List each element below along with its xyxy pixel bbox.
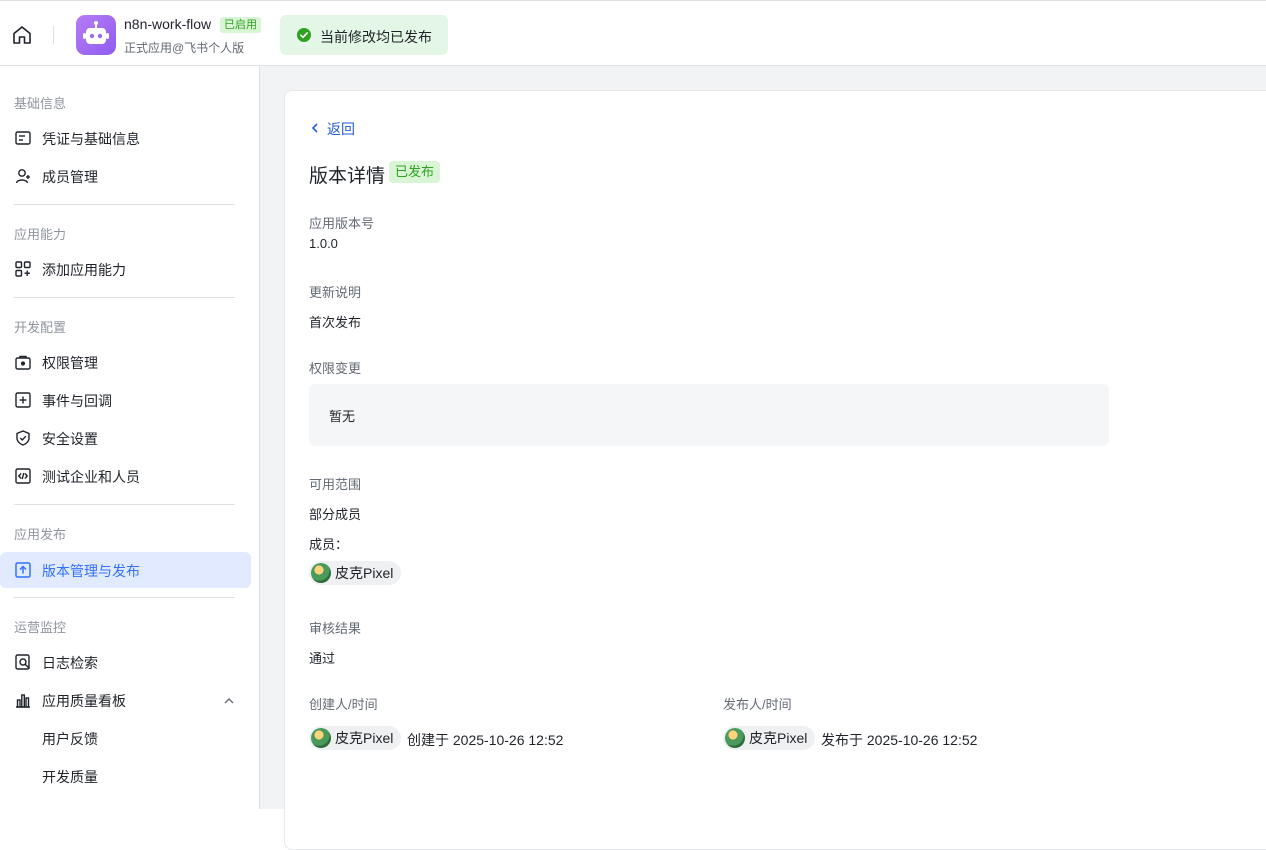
enabled-badge: 已启用 [220, 17, 261, 33]
code-box-icon [15, 468, 31, 484]
publish-status-banner: 当前修改均已发布 [280, 15, 448, 55]
review-value: 通过 [309, 651, 336, 666]
sidebar-item-events[interactable]: 事件与回调 [0, 382, 251, 418]
member-chip[interactable]: 皮克Pixel [309, 561, 402, 585]
sidebar-item-version-release[interactable]: 版本管理与发布 [0, 552, 251, 588]
sidebar-item-label: 权限管理 [42, 355, 98, 371]
section-title-release: 应用发布 [14, 527, 67, 542]
sidebar-item-label: 添加应用能力 [42, 262, 126, 278]
publisher-name: 皮克Pixel [749, 730, 808, 746]
notes-value: 首次发布 [309, 315, 362, 330]
app-logo [76, 15, 116, 55]
version-value: 1.0.0 [309, 236, 338, 251]
log-search-icon [15, 654, 30, 670]
section-title-ops: 运营监控 [14, 620, 67, 635]
sidebar-item-credentials[interactable]: 凭证与基础信息 [0, 120, 251, 156]
sidebar-item-label: 测试企业和人员 [42, 469, 140, 485]
event-plus-icon [15, 392, 31, 408]
chevron-up-icon [224, 698, 234, 704]
sidebar-item-label: 安全设置 [42, 431, 98, 447]
avatar [311, 563, 331, 583]
sidebar-item-label: 日志检索 [42, 655, 98, 671]
main-area: 返回 版本详情 已发布 应用版本号 1.0.0 更新说明 首次发布 权限变更 暂… [260, 66, 1266, 850]
upload-box-icon [15, 562, 31, 578]
sidebar-item-security[interactable]: 安全设置 [0, 420, 251, 456]
section-title-basic: 基础信息 [14, 96, 67, 111]
creator-name: 皮克Pixel [335, 730, 394, 746]
shield-check-icon [16, 430, 30, 446]
sidebar-item-quality-board[interactable]: 应用质量看板 [0, 682, 251, 718]
top-header: n8n-work-flow 已启用 正式应用@飞书个人版 当前修改均已发布 [0, 0, 1266, 66]
sidebar-item-permissions[interactable]: 权限管理 [0, 344, 251, 380]
review-label: 审核结果 [309, 621, 362, 636]
avatar [311, 728, 331, 748]
user-add-icon [15, 169, 30, 184]
created-time: 创建于 2025-10-26 12:52 [407, 732, 564, 748]
scope-label: 可用范围 [309, 477, 362, 492]
header-divider [53, 26, 54, 44]
sidebar-item-label: 事件与回调 [42, 393, 112, 409]
home-icon[interactable] [10, 23, 34, 47]
app-grid-add-icon [15, 261, 31, 277]
publisher-label: 发布人/时间 [723, 697, 792, 712]
creator-chip[interactable]: 皮克Pixel [309, 726, 402, 750]
perm-change-box: 暂无 [309, 384, 1109, 446]
sidebar-item-user-feedback[interactable]: 用户反馈 [0, 720, 251, 756]
publisher-chip[interactable]: 皮克Pixel [723, 726, 816, 750]
sidebar-item-members[interactable]: 成员管理 [0, 158, 251, 194]
published-time: 发布于 2025-10-26 12:52 [821, 732, 978, 748]
section-title-capability: 应用能力 [14, 227, 67, 242]
chevron-left-icon [311, 123, 318, 133]
status-badge: 已发布 [389, 161, 441, 183]
scope-value: 部分成员 [309, 507, 362, 522]
sidebar-item-label: 成员管理 [42, 169, 98, 185]
avatar [725, 728, 745, 748]
robot-icon [83, 21, 109, 44]
bar-chart-icon [16, 694, 30, 708]
sidebar-item-add-capability[interactable]: 添加应用能力 [0, 251, 251, 287]
section-title-dev: 开发配置 [14, 320, 67, 335]
sidebar-item-label: 版本管理与发布 [42, 563, 140, 579]
creator-label: 创建人/时间 [309, 697, 378, 712]
sidebar-divider [14, 297, 235, 298]
id-card-icon [15, 131, 31, 145]
check-circle-icon [297, 28, 311, 42]
sidebar-item-log-search[interactable]: 日志检索 [0, 644, 251, 680]
sidebar: 基础信息 凭证与基础信息 成员管理 应用能力 添加应用能力 开发配置 权限管理 … [0, 66, 260, 809]
sidebar-item-test-org[interactable]: 测试企业和人员 [0, 458, 251, 494]
sidebar-divider [14, 204, 235, 205]
member-name: 皮克Pixel [335, 565, 394, 581]
sidebar-item-dev-quality[interactable]: 开发质量 [0, 758, 251, 794]
lock-box-icon [15, 355, 31, 370]
members-label: 成员： [309, 537, 349, 552]
perm-change-value: 暂无 [329, 409, 356, 424]
sidebar-item-label: 应用质量看板 [42, 693, 126, 709]
publish-status-text: 当前修改均已发布 [320, 29, 432, 45]
sidebar-divider [14, 504, 235, 505]
page-title: 版本详情 [309, 166, 386, 187]
notes-label: 更新说明 [309, 285, 362, 300]
app-subtitle: 正式应用@飞书个人版 [124, 41, 245, 55]
sidebar-divider [14, 597, 235, 598]
sidebar-item-label: 开发质量 [42, 769, 98, 785]
perm-change-label: 权限变更 [309, 361, 362, 376]
version-label: 应用版本号 [309, 216, 375, 231]
app-name: n8n-work-flow [124, 16, 212, 32]
sidebar-item-label: 凭证与基础信息 [42, 131, 140, 147]
sidebar-item-label: 用户反馈 [42, 731, 98, 747]
version-detail-card: 返回 版本详情 已发布 应用版本号 1.0.0 更新说明 首次发布 权限变更 暂… [284, 90, 1266, 850]
back-label: 返回 [327, 121, 355, 137]
